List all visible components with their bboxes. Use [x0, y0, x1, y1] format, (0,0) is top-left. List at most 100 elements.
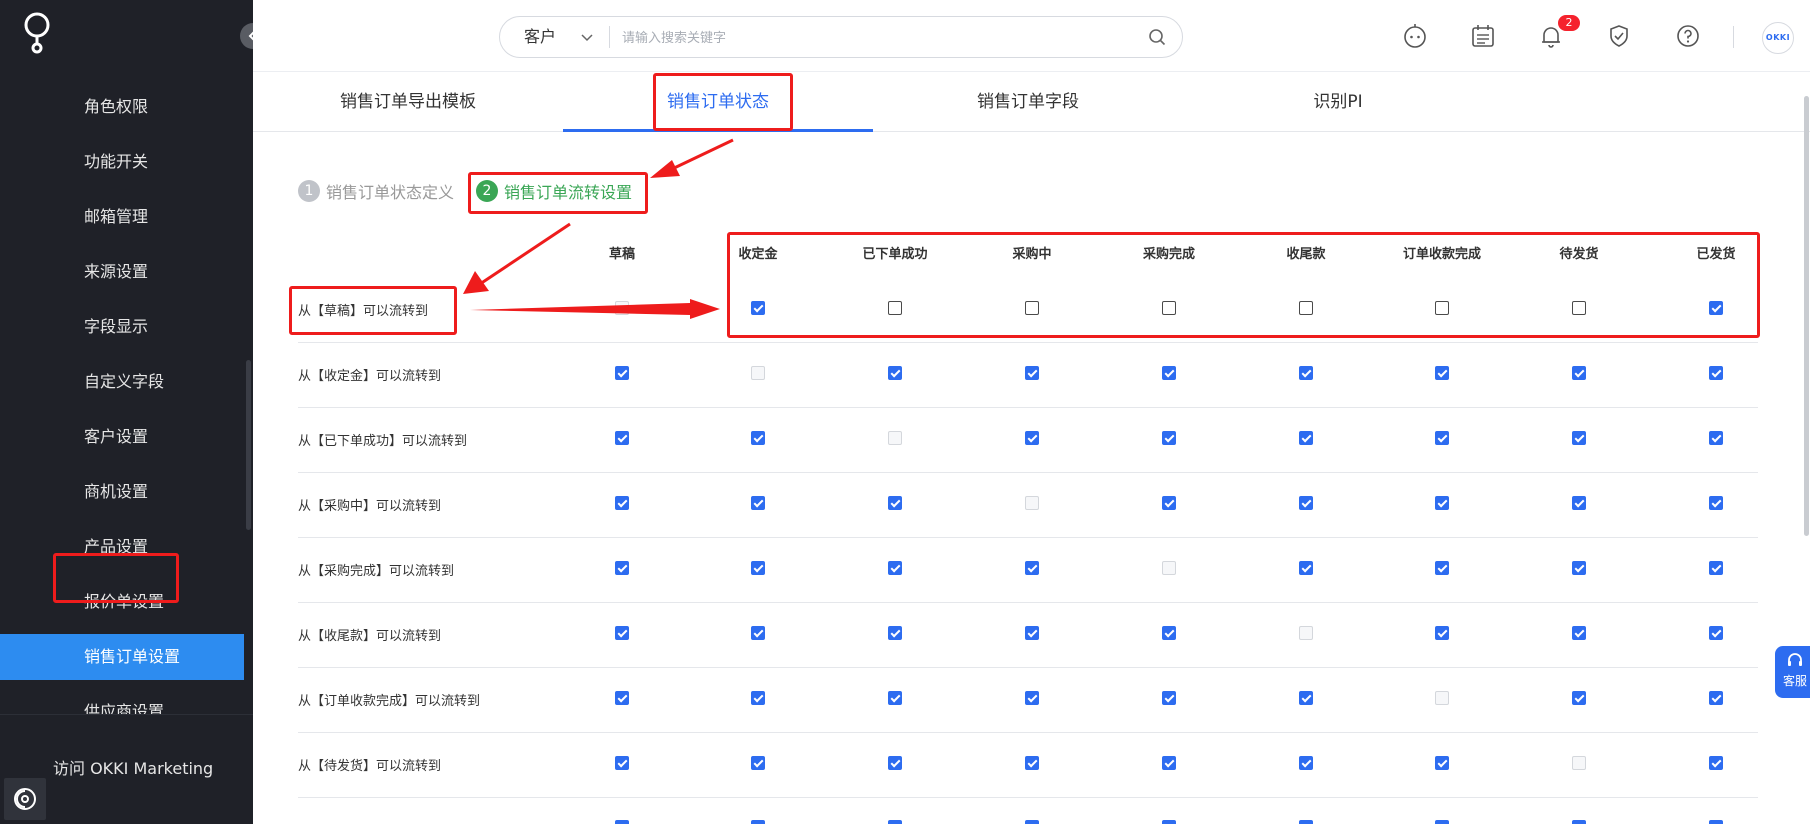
- transition-checkbox[interactable]: [615, 561, 629, 575]
- chevron-down-icon[interactable]: [580, 30, 594, 44]
- sidebar-scrollbar[interactable]: [246, 360, 251, 530]
- transition-checkbox[interactable]: [1299, 561, 1313, 575]
- transition-checkbox[interactable]: [751, 691, 765, 705]
- transition-checkbox[interactable]: [615, 756, 629, 770]
- transition-checkbox[interactable]: [1299, 691, 1313, 705]
- transition-checkbox: [1572, 756, 1586, 770]
- transition-checkbox[interactable]: [1572, 561, 1586, 575]
- transition-checkbox[interactable]: [1709, 431, 1723, 445]
- transition-checkbox[interactable]: [751, 496, 765, 510]
- transition-checkbox[interactable]: [1572, 431, 1586, 445]
- transition-checkbox[interactable]: [1299, 431, 1313, 445]
- okki-marketing-link[interactable]: 访问 OKKI Marketing: [53, 755, 213, 779]
- tab[interactable]: 销售订单字段: [878, 72, 1178, 132]
- transition-checkbox[interactable]: [1572, 301, 1586, 315]
- user-avatar[interactable]: OKKI: [1762, 22, 1794, 54]
- sidebar-item[interactable]: 供应商设置: [0, 689, 244, 714]
- sidebar-item[interactable]: 来源设置: [0, 249, 244, 295]
- transition-checkbox[interactable]: [615, 366, 629, 380]
- calendar-button[interactable]: [1469, 22, 1497, 50]
- sidebar-item[interactable]: 客户设置: [0, 414, 244, 460]
- transition-checkbox[interactable]: [1299, 756, 1313, 770]
- transition-checkbox[interactable]: [1709, 366, 1723, 380]
- transition-checkbox[interactable]: [1025, 301, 1039, 315]
- transition-checkbox[interactable]: [1709, 496, 1723, 510]
- transition-checkbox[interactable]: [1435, 366, 1449, 380]
- transition-checkbox[interactable]: [888, 366, 902, 380]
- transition-checkbox[interactable]: [1709, 691, 1723, 705]
- transition-checkbox[interactable]: [888, 496, 902, 510]
- transition-checkbox[interactable]: [1709, 626, 1723, 640]
- transition-checkbox[interactable]: [1025, 626, 1039, 640]
- transition-checkbox[interactable]: [888, 301, 902, 315]
- transition-checkbox[interactable]: [1435, 496, 1449, 510]
- transition-checkbox[interactable]: [1025, 561, 1039, 575]
- row-divider: [298, 732, 1758, 733]
- sidebar-item[interactable]: 字段显示: [0, 304, 244, 350]
- transition-checkbox[interactable]: [1299, 496, 1313, 510]
- transition-checkbox[interactable]: [1025, 366, 1039, 380]
- sidebar-item[interactable]: 商机设置: [0, 469, 244, 515]
- search-scope-select[interactable]: 客户: [524, 17, 556, 57]
- help-button[interactable]: [1674, 22, 1702, 50]
- sidebar-item[interactable]: 角色权限: [0, 84, 244, 130]
- transition-checkbox[interactable]: [1299, 366, 1313, 380]
- sidebar: 角色权限功能开关邮箱管理来源设置字段显示自定义字段客户设置商机设置产品设置报价单…: [0, 0, 253, 824]
- transition-checkbox[interactable]: [1435, 561, 1449, 575]
- step-transition-settings[interactable]: 2 销售订单流转设置: [476, 178, 632, 204]
- transition-checkbox[interactable]: [1162, 496, 1176, 510]
- transition-checkbox[interactable]: [1299, 301, 1313, 315]
- transition-checkbox[interactable]: [1709, 756, 1723, 770]
- search-icon[interactable]: [1148, 28, 1166, 46]
- sidebar-item[interactable]: 功能开关: [0, 139, 244, 185]
- transition-checkbox[interactable]: [615, 691, 629, 705]
- transition-checkbox[interactable]: [1572, 366, 1586, 380]
- transition-checkbox[interactable]: [1162, 301, 1176, 315]
- transition-checkbox[interactable]: [1162, 431, 1176, 445]
- tab[interactable]: 销售订单导出模板: [258, 72, 558, 132]
- sidebar-item[interactable]: 自定义字段: [0, 359, 244, 405]
- transition-checkbox[interactable]: [1435, 301, 1449, 315]
- transition-checkbox[interactable]: [1709, 561, 1723, 575]
- transition-checkbox[interactable]: [1025, 756, 1039, 770]
- transition-checkbox[interactable]: [615, 496, 629, 510]
- sidebar-item[interactable]: 产品设置: [0, 524, 244, 570]
- transition-checkbox[interactable]: [888, 561, 902, 575]
- customer-service-button[interactable]: 客服: [1775, 646, 1810, 698]
- help-center-button[interactable]: [4, 778, 46, 820]
- transition-checkbox: [888, 431, 902, 445]
- security-button[interactable]: [1605, 22, 1633, 50]
- transition-checkbox[interactable]: [1025, 691, 1039, 705]
- transition-checkbox[interactable]: [1435, 626, 1449, 640]
- transition-checkbox[interactable]: [1025, 431, 1039, 445]
- page-scrollbar[interactable]: [1804, 96, 1809, 536]
- transition-checkbox[interactable]: [1572, 691, 1586, 705]
- transition-checkbox[interactable]: [615, 431, 629, 445]
- transition-checkbox[interactable]: [1162, 626, 1176, 640]
- transition-checkbox[interactable]: [615, 626, 629, 640]
- transition-checkbox[interactable]: [751, 756, 765, 770]
- tab[interactable]: 识别PI: [1188, 72, 1488, 132]
- transition-checkbox[interactable]: [1162, 366, 1176, 380]
- transition-checkbox[interactable]: [751, 561, 765, 575]
- transition-checkbox[interactable]: [751, 301, 765, 315]
- transition-checkbox[interactable]: [888, 756, 902, 770]
- sidebar-item[interactable]: 报价单设置: [0, 579, 244, 625]
- transition-checkbox[interactable]: [751, 431, 765, 445]
- transition-checkbox[interactable]: [751, 626, 765, 640]
- sidebar-item[interactable]: 销售订单设置: [0, 634, 244, 680]
- transition-checkbox[interactable]: [888, 691, 902, 705]
- tab[interactable]: 销售订单状态: [568, 72, 868, 132]
- transition-checkbox[interactable]: [1162, 691, 1176, 705]
- transition-checkbox[interactable]: [1435, 756, 1449, 770]
- transition-checkbox[interactable]: [888, 626, 902, 640]
- sidebar-item[interactable]: 邮箱管理: [0, 194, 244, 240]
- step-status-definition[interactable]: 1 销售订单状态定义: [298, 178, 454, 204]
- assistant-button[interactable]: [1401, 22, 1429, 50]
- search-input[interactable]: [622, 25, 1122, 49]
- transition-checkbox[interactable]: [1572, 496, 1586, 510]
- transition-checkbox[interactable]: [1709, 301, 1723, 315]
- transition-checkbox[interactable]: [1572, 626, 1586, 640]
- transition-checkbox[interactable]: [1435, 431, 1449, 445]
- transition-checkbox[interactable]: [1162, 756, 1176, 770]
